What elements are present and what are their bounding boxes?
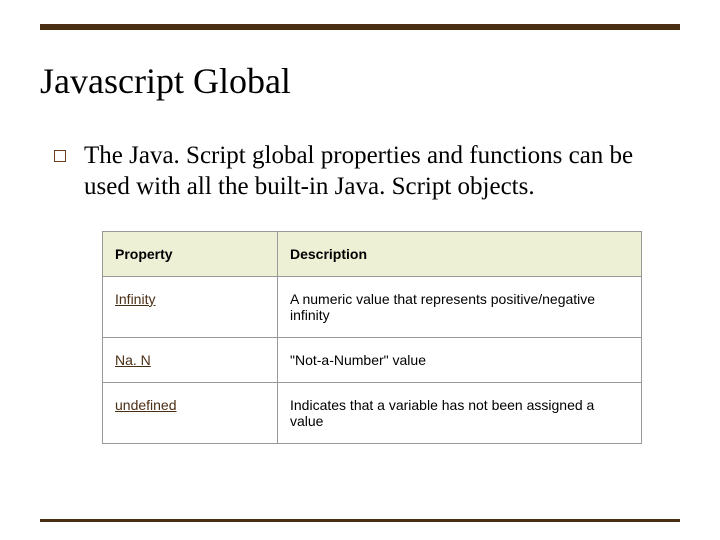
slide: Javascript Global The Java. Script globa…	[0, 0, 720, 540]
property-cell: Infinity	[103, 276, 278, 337]
table-header-row: Property Description	[103, 231, 642, 276]
property-link[interactable]: Na. N	[115, 352, 151, 368]
property-cell: undefined	[103, 382, 278, 443]
table-row: Infinity A numeric value that represents…	[103, 276, 642, 337]
page-title: Javascript Global	[40, 60, 291, 102]
column-header-description: Description	[278, 231, 642, 276]
properties-table: Property Description Infinity A numeric …	[102, 231, 642, 444]
property-link[interactable]: undefined	[115, 397, 177, 413]
description-cell: Indicates that a variable has not been a…	[278, 382, 642, 443]
description-cell: A numeric value that represents positive…	[278, 276, 642, 337]
bullet-item: The Java. Script global properties and f…	[54, 140, 666, 203]
top-divider	[40, 24, 680, 30]
bottom-divider	[40, 519, 680, 522]
description-cell: "Not-a-Number" value	[278, 337, 642, 382]
square-bullet-icon	[54, 150, 66, 162]
property-link[interactable]: Infinity	[115, 291, 155, 307]
column-header-property: Property	[103, 231, 278, 276]
table-row: undefined Indicates that a variable has …	[103, 382, 642, 443]
property-cell: Na. N	[103, 337, 278, 382]
bullet-text: The Java. Script global properties and f…	[84, 140, 666, 203]
slide-body: The Java. Script global properties and f…	[54, 140, 666, 444]
table-row: Na. N "Not-a-Number" value	[103, 337, 642, 382]
